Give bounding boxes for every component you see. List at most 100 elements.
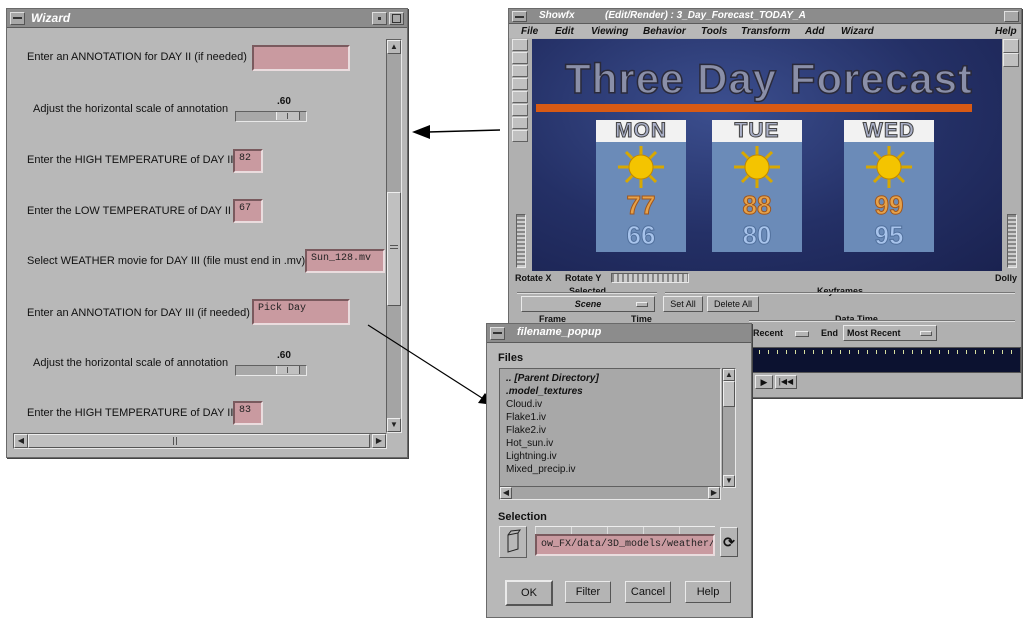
slider-thumb[interactable] (276, 366, 300, 374)
menu-file[interactable]: File (521, 26, 538, 37)
showfx-titlebar[interactable]: Showfx (Edit/Render) : 3_Day_Forecast_TO… (509, 9, 1021, 24)
start-dropdown-icon[interactable] (795, 331, 809, 337)
rewind-icon[interactable]: |◀◀ (775, 375, 797, 389)
menu-behavior[interactable]: Behavior (643, 26, 686, 37)
filter-button[interactable]: Filter (565, 581, 611, 603)
end-dropdown[interactable]: Most Recent (843, 325, 937, 341)
list-item[interactable]: Lightning.iv (506, 451, 557, 462)
scroll-right-icon[interactable]: ▶ (372, 434, 386, 448)
tool-icon[interactable] (512, 130, 528, 142)
window-menu-icon[interactable] (490, 327, 505, 340)
menu-add[interactable]: Add (805, 26, 824, 37)
day2-high-field[interactable]: 82 (233, 149, 263, 173)
files-label: Files (498, 352, 524, 364)
files-list: .. [Parent Directory] .model_textures Cl… (499, 368, 721, 488)
magnifier-icon[interactable] (1003, 39, 1019, 53)
day3-movie-field[interactable]: Sun_128.mv (305, 249, 385, 273)
timeline-track[interactable] (749, 347, 1021, 373)
menu-viewing[interactable]: Viewing (591, 26, 628, 37)
selected-dropdown-value: Scene (574, 299, 602, 309)
files-vertical-scrollbar[interactable]: ▲ ▼ (722, 368, 736, 488)
day-name: TUE (712, 119, 802, 142)
files-horizontal-scrollbar[interactable]: ◀ ▶ (499, 486, 721, 500)
forecast-orange-bar (536, 104, 972, 112)
day3-annotation-field[interactable]: Pick Day (252, 299, 350, 325)
selected-label: Selected (569, 286, 607, 296)
scroll-down-icon[interactable]: ▼ (723, 475, 735, 487)
day3-scale-slider[interactable] (235, 365, 307, 376)
rotate-y-wheel[interactable] (611, 273, 689, 283)
showfx-title: (Edit/Render) : 3_Day_Forecast_TODAY_A (605, 10, 806, 21)
ok-button[interactable]: OK (505, 580, 553, 606)
list-item[interactable]: Flake1.iv (506, 412, 546, 423)
list-item[interactable]: Flake2.iv (506, 425, 546, 436)
list-item[interactable]: Hot_sun.iv (506, 438, 553, 449)
scroll-up-icon[interactable]: ▲ (387, 40, 401, 54)
history-cycle-icon[interactable]: ⟳ (720, 527, 738, 557)
wizard-vscroll-thumb[interactable] (387, 192, 401, 306)
maximize-icon[interactable] (389, 12, 404, 25)
scroll-down-icon[interactable]: ▼ (387, 418, 401, 432)
help-button[interactable]: Help (685, 581, 731, 603)
scroll-left-icon[interactable]: ◀ (500, 487, 512, 499)
wizard-vertical-scrollbar[interactable]: ▲ ▼ (386, 39, 402, 433)
render-viewport[interactable]: Three Day Forecast MON 77 66 TUE 88 80 W… (532, 39, 1002, 271)
tool-icon[interactable] (512, 104, 528, 116)
end-dropdown-value: Most Recent (847, 328, 901, 338)
cancel-button[interactable]: Cancel (625, 581, 671, 603)
wizard-titlebar[interactable]: Wizard (7, 9, 407, 28)
day3-high-field[interactable]: 83 (233, 401, 263, 425)
slider-thumb[interactable] (276, 112, 300, 120)
day2-scale-slider[interactable] (235, 111, 307, 122)
day2-low-field[interactable]: 67 (233, 199, 263, 223)
window-menu-icon[interactable] (10, 12, 25, 25)
data-time-groove (749, 320, 1015, 322)
day2-annotation-field[interactable] (252, 45, 350, 71)
play-icon[interactable]: ▶ (755, 375, 773, 389)
dolly-wheel[interactable] (1007, 214, 1017, 268)
menu-edit[interactable]: Edit (555, 26, 574, 37)
tool-icon[interactable] (512, 65, 528, 77)
tool-icon[interactable] (512, 78, 528, 90)
delete-all-button[interactable]: Delete All (707, 296, 759, 312)
scroll-up-icon[interactable]: ▲ (723, 369, 735, 381)
tool-icon[interactable] (512, 39, 528, 51)
selection-field[interactable]: ow_FX/data/3D_models/weather/ (535, 534, 715, 556)
day2-high-label: Enter the HIGH TEMPERATURE of DAY II (27, 154, 234, 166)
dropdown-icon (636, 302, 648, 307)
day2-annotation-label: Enter an ANNOTATION for DAY II (if neede… (27, 51, 247, 63)
minimize-icon[interactable] (372, 12, 387, 25)
tool-icon[interactable] (512, 117, 528, 129)
scroll-right-icon[interactable]: ▶ (708, 487, 720, 499)
wizard-horizontal-scrollbar[interactable]: ◀ ▶ (13, 433, 387, 449)
rotate-x-wheel[interactable] (516, 214, 526, 268)
list-item-parent-dir[interactable]: .. [Parent Directory] (506, 373, 599, 384)
popup-titlebar[interactable]: filename_popup (487, 324, 751, 343)
selected-groove (517, 292, 657, 294)
minimize-icon[interactable] (1004, 11, 1019, 22)
day2-scale-label: Adjust the horizontal scale of annotatio… (33, 103, 229, 115)
sun-icon (866, 146, 912, 188)
scroll-left-icon[interactable]: ◀ (14, 434, 28, 448)
end-label: End (821, 328, 838, 338)
list-item[interactable]: Mixed_precip.iv (506, 464, 575, 475)
wizard-hscroll-thumb[interactable] (28, 434, 370, 448)
tool-icon[interactable] (512, 52, 528, 64)
set-all-button[interactable]: Set All (663, 296, 703, 312)
filename-popup-window: filename_popup Files .. [Parent Director… (486, 323, 752, 618)
tool-icon[interactable] (512, 91, 528, 103)
files-vscroll-thumb[interactable] (723, 381, 735, 407)
menu-wizard[interactable]: Wizard (841, 26, 874, 37)
list-item[interactable]: Cloud.iv (506, 399, 542, 410)
selected-dropdown[interactable]: Scene (521, 296, 655, 312)
forecast-day-tue: TUE 88 80 (712, 119, 802, 252)
menu-help[interactable]: Help (995, 26, 1017, 37)
window-menu-icon[interactable] (512, 11, 527, 22)
list-item-model-textures[interactable]: .model_textures (506, 386, 583, 397)
menu-tools[interactable]: Tools (701, 26, 727, 37)
day3-high-label: Enter the HIGH TEMPERATURE of DAY III (27, 407, 237, 419)
dropdown-icon (920, 331, 932, 336)
showfx-menubar: File Edit Viewing Behavior Tools Transfo… (509, 24, 1021, 38)
menu-transform[interactable]: Transform (741, 26, 790, 37)
pointer-icon[interactable] (1003, 53, 1019, 67)
